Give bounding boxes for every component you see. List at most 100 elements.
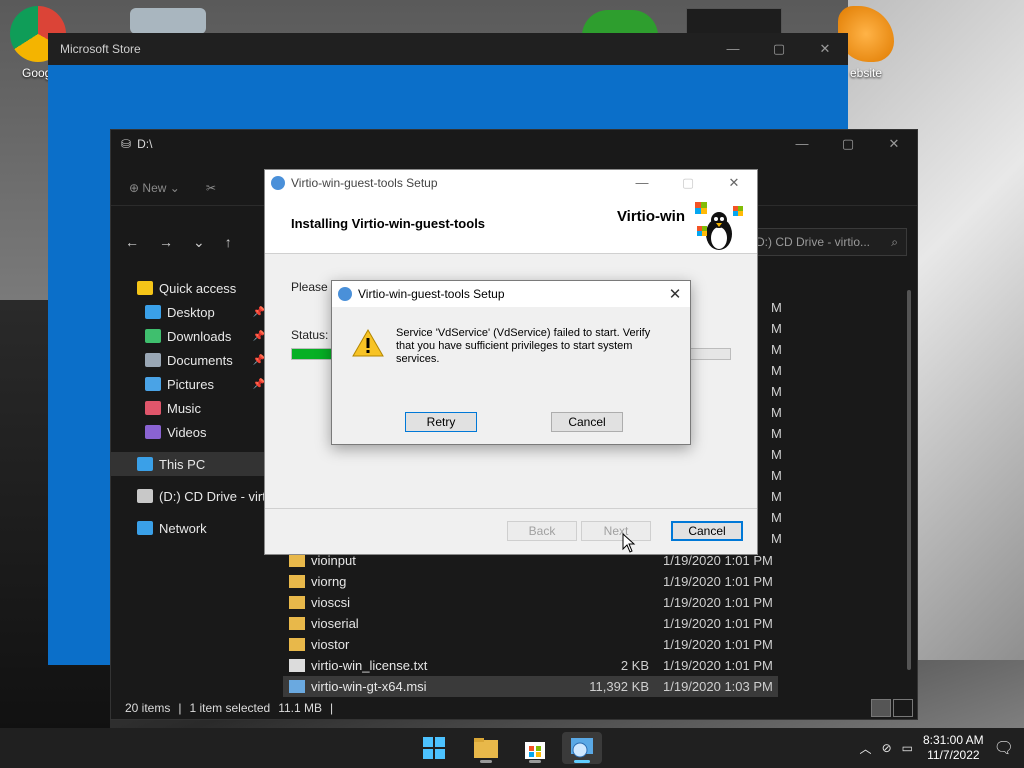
sidebar-item[interactable]: Documents 📌 [111,348,269,372]
dialog-title: Virtio-win-guest-tools Setup [358,287,505,301]
status-bar: 20 items | 1 item selected 11.1 MB | [125,701,333,715]
store-title-bar: Microsoft Store — ▢ ✕ [48,33,848,65]
date-column-partial: MMMMMMMMMMMM [771,300,811,552]
sidebar-item-label: Documents [167,352,233,368]
folder-icon [289,575,305,588]
taskbar-setup[interactable] [562,732,602,764]
taskbar-file-explorer[interactable] [466,732,506,764]
maximize-button[interactable]: ▢ [825,136,871,152]
file-date: 1/19/2020 1:01 PM [663,574,773,589]
sidebar-item[interactable]: (D:) CD Drive - virti [111,484,269,508]
sidebar-item-label: Music [167,400,201,416]
sidebar-item[interactable]: Music [111,396,269,420]
clock[interactable]: 8:31:00 AM 11/7/2022 [923,733,984,763]
file-size: 2 KB [620,658,649,673]
network-status-icon[interactable]: ⊘ [882,741,892,755]
file-date: 1/19/2020 1:01 PM [663,553,773,568]
search-icon: ⌕ [891,234,898,249]
maximize-button[interactable]: ▢ [756,41,802,57]
sidebar-item[interactable]: Videos [111,420,269,444]
selection-count: 1 item selected [189,701,271,715]
file-row[interactable]: viostor 1/19/2020 1:01 PM [283,634,778,655]
setup-footer: Back Next Cancel [265,508,757,554]
search-input[interactable]: D:) CD Drive - virtio... ⌕ [747,228,907,256]
date-fragment: M [771,384,782,399]
brand-label: Virtio-win [616,208,685,225]
scrollbar[interactable] [907,290,911,670]
minimize-button[interactable]: — [710,41,756,57]
file-name: viostor [311,637,350,652]
date-fragment: M [771,426,782,441]
msi-file-icon [289,680,305,693]
item-count: 20 items [125,701,171,715]
minimize-button[interactable]: — [619,175,665,191]
tiles-view-icon[interactable] [893,699,913,717]
file-row[interactable]: vioscsi 1/19/2020 1:01 PM [283,592,778,613]
sidebar-item-label: Network [159,520,207,536]
file-row[interactable]: viorng 1/19/2020 1:01 PM [283,571,778,592]
date-fragment: M [771,447,782,462]
text-file-icon [289,659,305,672]
close-button[interactable]: ✕ [871,136,917,152]
sidebar-item-label: (D:) CD Drive - virti [159,488,269,504]
desktop-shortcut-icon[interactable] [686,8,782,34]
document-icon [145,353,161,367]
chevron-up-icon[interactable]: ︿ [860,740,872,757]
up-arrow-icon[interactable]: ↑ [225,234,232,250]
star-icon [137,281,153,295]
sidebar-item[interactable]: Downloads 📌 [111,324,269,348]
date-fragment: M [771,363,782,378]
minimize-button[interactable]: — [779,136,825,152]
sidebar-item[interactable]: Desktop 📌 [111,300,269,324]
sidebar-item[interactable]: Quick access [111,276,269,300]
close-button[interactable]: ✕ [711,175,757,191]
mouse-cursor-icon [622,533,636,553]
date-fragment: M [771,342,782,357]
forward-arrow-icon[interactable]: → [159,234,173,250]
running-indicator [574,760,590,763]
next-button[interactable]: Next [581,521,651,541]
installer-icon [271,176,285,190]
date-fragment: M [771,321,782,336]
notifications-icon[interactable]: 🗨 [994,738,1014,758]
monitor-icon[interactable]: ▭ [902,741,913,755]
folder-icon [289,554,305,567]
close-icon[interactable]: ✕ [660,285,690,303]
folder-icon [289,596,305,609]
taskbar-microsoft-store[interactable] [515,732,555,764]
file-date: 1/19/2020 1:01 PM [663,658,773,673]
recycle-bin-icon[interactable] [130,8,206,34]
back-button[interactable]: Back [507,521,577,541]
status-divider: | [178,701,182,715]
date-fragment: M [771,531,782,546]
file-row[interactable]: virtio-win_license.txt 2 KB 1/19/2020 1:01… [283,655,778,676]
file-list: vioinput 1/19/2020 1:01 PM viorng 1/19/2020… [283,550,778,697]
installer-icon [571,738,593,758]
start-button[interactable] [414,732,454,764]
setup-cancel-button[interactable]: Cancel [671,521,743,541]
plus-icon: ⊕ [129,180,140,195]
close-button[interactable]: ✕ [802,41,848,57]
file-name: vioscsi [311,595,351,610]
sidebar-item[interactable]: This PC [111,452,269,476]
file-date: 1/19/2020 1:01 PM [663,616,773,631]
running-indicator [529,760,541,763]
scissors-icon[interactable]: ✂ [206,181,216,195]
system-tray: ︿ ⊘ ▭ 8:31:00 AM 11/7/2022 🗨 [860,728,1014,768]
file-name: virtio-win-gt-x64.msi [311,679,427,694]
sidebar-item[interactable]: Pictures 📌 [111,372,269,396]
chevron-down-icon[interactable]: ⌄ [193,234,205,251]
sidebar-item[interactable]: Network [111,516,269,540]
file-row[interactable]: vioserial 1/19/2020 1:01 PM [283,613,778,634]
back-arrow-icon[interactable]: ← [125,234,139,250]
folder-icon [289,638,305,651]
file-name: vioserial [311,616,359,631]
file-date: 1/19/2020 1:01 PM [663,595,773,610]
file-row[interactable]: virtio-win-gt-x64.msi 11,392 KB 1/19/2020 … [283,676,778,697]
details-view-icon[interactable] [871,699,891,717]
file-name: virtio-win_license.txt [311,658,428,673]
retry-button[interactable]: Retry [405,412,477,432]
dialog-cancel-button[interactable]: Cancel [551,412,623,432]
new-button[interactable]: ⊕ New ⌄ [129,181,180,195]
status-label: Status: [291,328,329,342]
